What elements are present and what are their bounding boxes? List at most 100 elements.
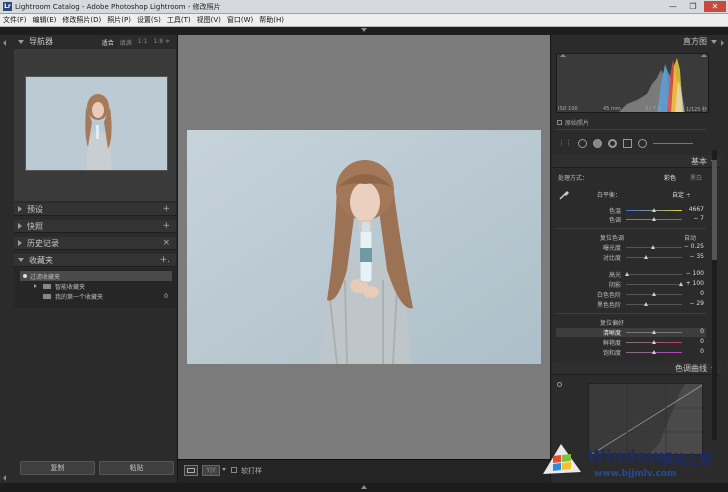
maximize-button[interactable]: ❐ [684,1,702,12]
slider-knob[interactable] [652,350,656,354]
minimize-button[interactable]: — [664,1,682,12]
exposure-slider[interactable] [626,245,682,249]
zoom-fill-option[interactable]: 填满 [120,38,132,47]
collections-panel-header[interactable]: 收藏夹 +. [14,254,176,267]
highlights-value[interactable]: − 100 [686,270,704,277]
shadows-label: 阴影 [608,282,621,289]
filmstrip-toggle-icon[interactable] [361,485,367,489]
grid-overlay-icon[interactable]: ⋮⋮ [558,139,572,147]
history-panel-header[interactable]: 历史记录 × [14,237,176,250]
snapshots-panel-header[interactable]: 快照 + [14,220,176,233]
vibrance-value[interactable]: 0 [700,338,704,345]
menu-view[interactable]: 视图(V) [197,15,221,25]
original-photo-checkbox[interactable] [557,120,562,125]
add-collection-button[interactable]: +. [160,255,170,265]
tone-curve-header[interactable]: 色调曲线 [553,362,721,375]
collection-name: 过滤收藏夹 [30,273,61,281]
wb-eyedropper-icon[interactable] [559,188,570,200]
target-adjust-icon[interactable] [557,382,562,387]
crop-tool-icon[interactable] [578,138,587,148]
whites-slider[interactable] [626,292,682,296]
wb-select[interactable]: 自定 ÷ [672,190,691,199]
list-item[interactable]: 我的第一个收藏夹 0 [20,291,172,301]
exposure-value[interactable]: − 0.25 [684,243,704,250]
treatment-color-option[interactable]: 彩色 [664,173,676,182]
main-photo[interactable] [187,130,541,364]
slider-knob[interactable] [652,208,656,212]
histogram-graph[interactable] [556,53,709,113]
contrast-slider[interactable] [626,255,682,259]
presets-panel-header[interactable]: 预设 + [14,203,176,216]
zoom-1-1-option[interactable]: 1:1 [138,38,148,47]
zoom-1-8-option[interactable]: 1:8 ≑ [153,38,170,47]
collapse-right-arrow-icon[interactable] [721,40,724,46]
vibrance-slider[interactable] [626,340,682,344]
blacks-value[interactable]: − 29 [689,300,704,307]
treatment-label: 处理方式： [558,175,589,182]
spot-removal-icon[interactable] [593,138,602,148]
temp-value[interactable]: 4667 [689,206,704,213]
list-item[interactable]: 智能收藏夹 [20,281,172,291]
brush-slider[interactable] [653,142,693,144]
slider-knob[interactable] [652,217,656,221]
contrast-value[interactable]: − 35 [689,253,704,260]
softproof-checkbox[interactable] [231,467,237,473]
reset-presence-label[interactable]: 复位偏好 [600,318,624,327]
slider-knob[interactable] [652,292,656,296]
menu-photo[interactable]: 照片(P) [107,15,131,25]
before-after-button[interactable]: Y|Y [202,465,220,476]
menu-develop[interactable]: 修改照片(D) [62,15,101,25]
slider-knob[interactable] [679,282,683,286]
menu-tools[interactable]: 工具(T) [167,15,191,25]
graduated-filter-icon[interactable] [623,138,632,148]
highlights-slider[interactable] [625,272,682,276]
original-photo-toggle[interactable]: 原始照片 [557,118,589,127]
collapse-left-arrow-icon[interactable] [3,40,6,46]
right-panel-scrollbar[interactable] [712,150,717,440]
menu-settings[interactable]: 设置(S) [137,15,161,25]
red-eye-icon[interactable] [608,138,617,148]
scrollbar-thumb[interactable] [712,160,717,260]
treatment-bw-option[interactable]: 黑白 [690,173,702,182]
navigator-thumbnail[interactable] [25,76,168,171]
shadows-slider[interactable] [626,282,683,286]
menu-window[interactable]: 窗口(W) [227,15,253,25]
clear-history-button[interactable]: × [162,238,170,248]
menu-edit[interactable]: 编辑(E) [33,15,57,25]
add-preset-button[interactable]: + [162,204,170,214]
saturation-slider[interactable] [626,350,682,354]
tint-slider[interactable] [626,217,682,221]
whites-value[interactable]: 0 [700,290,704,297]
blacks-slider[interactable] [626,302,682,306]
slider-knob[interactable] [644,255,648,259]
reset-tone-label[interactable]: 复位色调 [600,233,624,242]
menu-help[interactable]: 帮助(H) [259,15,284,25]
slider-knob[interactable] [651,245,655,249]
list-item[interactable]: 过滤收藏夹 [20,271,172,281]
collapse-left-bottom-arrow-icon[interactable] [3,475,6,481]
temp-slider[interactable] [626,208,682,212]
radial-filter-icon[interactable] [638,138,647,148]
saturation-value[interactable]: 0 [700,348,704,355]
slider-knob[interactable] [625,272,629,276]
shadows-value[interactable]: + 100 [686,280,704,287]
slider-knob[interactable] [644,302,648,306]
top-panel-toggle-icon[interactable] [361,28,367,32]
clarity-value[interactable]: 0 [700,328,704,335]
auto-tone-button[interactable]: 自动 [684,233,696,242]
loupe-view-button[interactable] [184,465,198,476]
paste-button[interactable]: 粘贴 [99,461,174,475]
copy-button[interactable]: 复制 [20,461,95,475]
navigator-header[interactable]: 导航器 适合 填满 1:1 1:8 ≑ [14,35,176,48]
slider-knob[interactable] [652,330,656,334]
close-button[interactable]: ✕ [704,1,726,12]
slider-knob[interactable] [652,340,656,344]
dropdown-arrow-icon[interactable] [222,468,226,471]
menu-file[interactable]: 文件(F) [3,15,27,25]
tint-value[interactable]: − 7 [693,215,704,222]
add-snapshot-button[interactable]: + [162,221,170,231]
histogram-header[interactable]: 直方图 [553,35,721,48]
basic-panel-header[interactable]: 基本 [553,155,721,168]
zoom-fit-option[interactable]: 适合 [102,38,114,47]
clarity-slider[interactable] [626,330,682,334]
